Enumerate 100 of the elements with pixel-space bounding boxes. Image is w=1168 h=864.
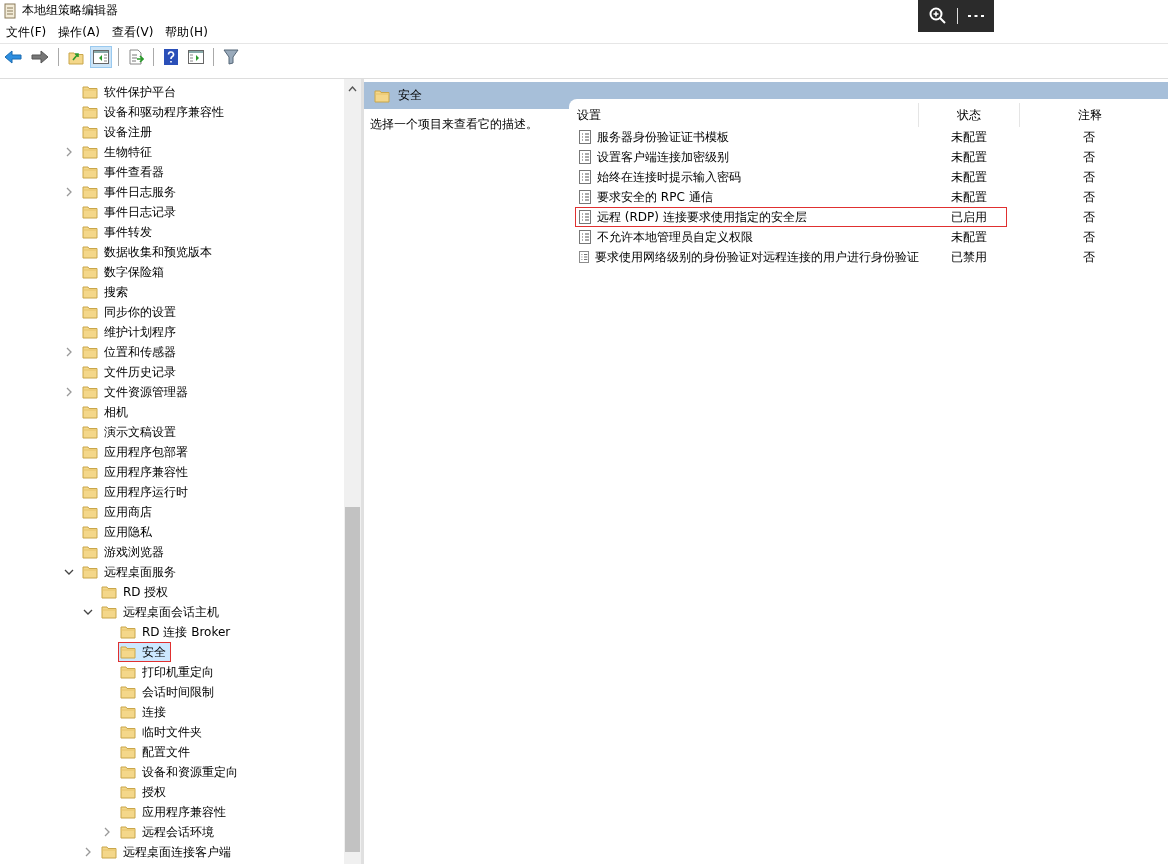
menu-item[interactable]: 操作(A) <box>54 23 104 41</box>
policy-setting-icon <box>579 250 589 264</box>
menu-item[interactable]: 文件(F) <box>2 23 51 41</box>
folder-icon <box>120 625 136 639</box>
folder-icon <box>120 745 136 759</box>
policy-row[interactable]: 始终在连接时提示输入密码 未配置 否 <box>569 167 1168 187</box>
tree-item[interactable]: 数字保险箱 <box>80 262 169 282</box>
tree-item[interactable]: 远程桌面服务 <box>80 562 181 582</box>
tree-item[interactable]: 应用程序运行时 <box>80 482 193 502</box>
folder-icon <box>82 565 98 579</box>
column-header[interactable]: 状态 <box>919 103 1020 127</box>
folder-icon <box>82 145 98 159</box>
comment-text: 否 <box>1083 148 1095 166</box>
tree-item[interactable]: 会话时间限制 <box>118 682 219 702</box>
setting-name: 远程 (RDP) 连接要求使用指定的安全层 <box>597 208 807 226</box>
filter-icon[interactable] <box>220 46 242 68</box>
zoom-in-icon[interactable] <box>928 7 947 25</box>
tree-item[interactable]: 位置和传感器 <box>80 342 181 362</box>
tree-item[interactable]: 事件日志服务 <box>80 182 181 202</box>
comment-text: 否 <box>1083 188 1095 206</box>
tree-item[interactable]: 配置文件 <box>118 742 195 762</box>
folder-icon <box>82 325 98 339</box>
tree-item[interactable]: 应用商店 <box>80 502 157 522</box>
policy-setting-icon <box>579 190 591 204</box>
setting-name: 设置客户端连接加密级别 <box>597 148 729 166</box>
tree-pane-icon[interactable] <box>90 46 112 68</box>
comment-text: 否 <box>1083 208 1095 226</box>
folder-icon <box>120 725 136 739</box>
tree-item[interactable]: 远程会话环境 <box>118 822 219 842</box>
tree-item[interactable]: 文件历史记录 <box>80 362 181 382</box>
tree-item[interactable]: 维护计划程序 <box>80 322 181 342</box>
menu-item[interactable]: 帮助(H) <box>161 23 212 41</box>
folder-icon <box>82 345 98 359</box>
window-title: 本地组策略编辑器 <box>22 2 118 19</box>
tree-item[interactable]: 演示文稿设置 <box>80 422 181 442</box>
tree-item[interactable]: 搜索 <box>80 282 133 302</box>
folder-icon <box>120 665 136 679</box>
tree-item[interactable]: 连接 <box>118 702 171 722</box>
setting-name: 要求安全的 RPC 通信 <box>597 188 713 206</box>
folder-icon <box>82 165 98 179</box>
tree-item[interactable]: 应用程序兼容性 <box>80 462 193 482</box>
policy-setting-icon <box>579 210 591 224</box>
setting-name: 要求使用网络级别的身份验证对远程连接的用户进行身份验证 <box>595 248 919 266</box>
chevron-icon[interactable] <box>64 567 74 577</box>
tree-item[interactable]: 远程桌面连接客户端 <box>99 842 236 862</box>
folder-icon <box>82 125 98 139</box>
folder-icon <box>82 425 98 439</box>
state-text: 未配置 <box>951 228 987 246</box>
scrollbar-thumb[interactable] <box>345 507 360 852</box>
comment-text: 否 <box>1083 228 1095 246</box>
folder-icon <box>120 765 136 779</box>
column-header[interactable]: 注释 <box>1020 103 1160 127</box>
column-header[interactable]: 设置 <box>569 103 919 127</box>
tree-item[interactable]: RD 授权 <box>99 582 174 602</box>
policy-row[interactable]: 要求安全的 RPC 通信 未配置 否 <box>569 187 1168 207</box>
tree-item[interactable]: 事件日志记录 <box>80 202 181 222</box>
tree-item[interactable]: 临时文件夹 <box>118 722 207 742</box>
policy-row[interactable]: 要求使用网络级别的身份验证对远程连接的用户进行身份验证 已禁用 否 <box>569 247 1168 267</box>
tree-item[interactable]: 事件查看器 <box>80 162 169 182</box>
policy-row[interactable]: 服务器身份验证证书模板 未配置 否 <box>569 127 1168 147</box>
chevron-icon[interactable] <box>83 607 93 617</box>
tree-item[interactable]: 应用程序包部署 <box>80 442 193 462</box>
tree-item[interactable]: 文件资源管理器 <box>80 382 193 402</box>
menu-item[interactable]: 查看(V) <box>107 23 158 41</box>
folder-icon <box>82 185 98 199</box>
tree-item[interactable]: 应用程序兼容性 <box>118 802 231 822</box>
policy-row[interactable]: 远程 (RDP) 连接要求使用指定的安全层 已启用 否 <box>569 207 1168 227</box>
tree-item[interactable]: 远程桌面会话主机 <box>99 602 224 622</box>
scroll-up-icon[interactable] <box>348 86 357 92</box>
policy-setting-icon <box>579 130 591 144</box>
tree-item[interactable]: 设备注册 <box>80 122 157 142</box>
folder-icon <box>82 365 98 379</box>
tree-item[interactable]: 设备和资源重定向 <box>118 762 243 782</box>
tree-item[interactable]: 软件保护平台 <box>80 82 181 102</box>
tree-item[interactable]: 事件转发 <box>80 222 157 242</box>
tree-item[interactable]: 授权 <box>118 782 171 802</box>
tree-item[interactable]: 生物特征 <box>80 142 157 162</box>
tree-item[interactable]: 应用隐私 <box>80 522 157 542</box>
comment-text: 否 <box>1083 248 1095 266</box>
tree-item[interactable]: 相机 <box>80 402 133 422</box>
policy-row[interactable]: 不允许本地管理员自定义权限 未配置 否 <box>569 227 1168 247</box>
tree-item[interactable]: 游戏浏览器 <box>80 542 169 562</box>
tree-item[interactable]: 打印机重定向 <box>118 662 219 682</box>
tree-item[interactable]: 设备和驱动程序兼容性 <box>80 102 229 122</box>
policy-row[interactable]: 设置客户端连接加密级别 未配置 否 <box>569 147 1168 167</box>
tree-item[interactable]: 数据收集和预览版本 <box>80 242 217 262</box>
setting-name: 服务器身份验证证书模板 <box>597 128 729 146</box>
folder-icon <box>101 605 117 619</box>
tree-item[interactable]: 同步你的设置 <box>80 302 181 322</box>
folder-icon <box>82 405 98 419</box>
description-text: 选择一个项目来查看它的描述。 <box>369 116 539 133</box>
folder-icon <box>82 265 98 279</box>
folder-icon <box>82 105 98 119</box>
folder-icon <box>82 445 98 459</box>
tree-item[interactable]: RD 连接 Broker <box>118 622 236 642</box>
more-icon[interactable] <box>967 14 984 18</box>
folder-icon <box>120 805 136 819</box>
folder-icon <box>120 705 136 719</box>
tree-item[interactable]: 安全 <box>118 642 171 662</box>
folder-icon <box>82 485 98 499</box>
